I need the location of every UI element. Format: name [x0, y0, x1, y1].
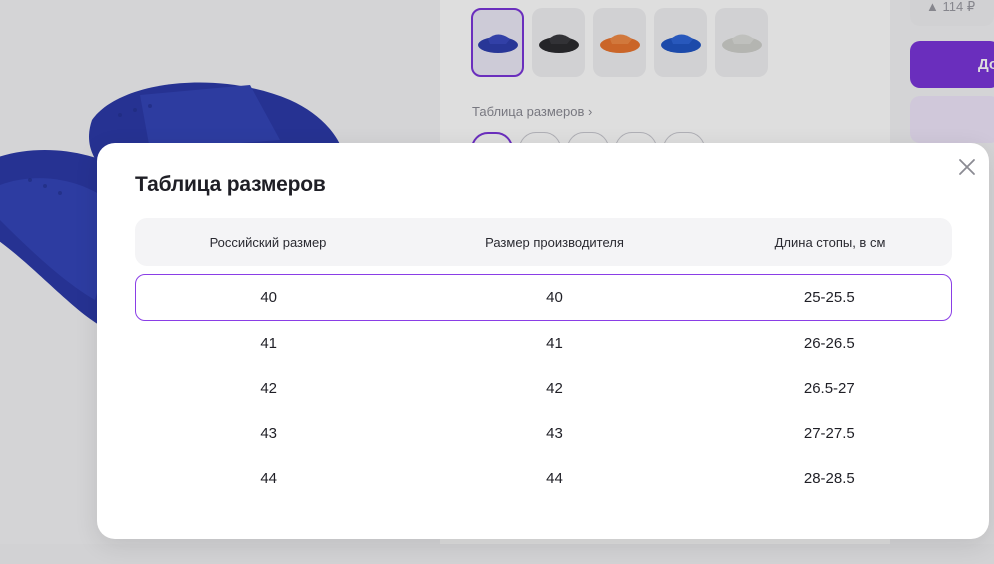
close-button[interactable] [957, 157, 977, 177]
manufacturer-size-cell: 43 [546, 425, 563, 442]
ru-size-cell: 43 [260, 425, 278, 442]
size-table-modal: Таблица размеров Российский размер Разме… [97, 143, 989, 539]
manufacturer-size-cell: 42 [546, 380, 563, 397]
modal-title: Таблица размеров [135, 173, 326, 196]
foot-length-cell: 26.5-27 [803, 380, 855, 397]
column-header-ru-size: Российский размер [209, 234, 327, 250]
size-table: Российский размер Размер производителя Д… [135, 218, 952, 501]
column-header-foot-length: Длина стопы, в см [774, 234, 886, 250]
close-icon [959, 159, 975, 175]
table-row[interactable]: 44 44 28-28.5 [135, 456, 952, 501]
foot-length-cell: 27-27.5 [803, 425, 855, 442]
manufacturer-size-cell: 41 [546, 335, 563, 352]
column-header-manufacturer-size: Размер производителя [485, 234, 624, 250]
foot-length-cell: 25-25.5 [803, 289, 855, 306]
table-body: 40 40 25-25.5 41 41 26-26.5 42 42 26.5-2… [135, 274, 952, 501]
table-row[interactable]: 42 42 26.5-27 [135, 366, 952, 411]
ru-size-cell: 44 [260, 470, 278, 487]
table-header: Российский размер Размер производителя Д… [135, 218, 952, 266]
table-row[interactable]: 43 43 27-27.5 [135, 411, 952, 456]
ru-size-cell: 40 [260, 289, 278, 306]
manufacturer-size-cell: 40 [546, 289, 563, 306]
foot-length-cell: 28-28.5 [803, 470, 855, 487]
table-row[interactable]: 40 40 25-25.5 [135, 274, 952, 321]
manufacturer-size-cell: 44 [546, 470, 563, 487]
table-row[interactable]: 41 41 26-26.5 [135, 321, 952, 366]
ru-size-cell: 41 [260, 335, 278, 352]
ru-size-cell: 42 [260, 380, 278, 397]
foot-length-cell: 26-26.5 [803, 335, 855, 352]
